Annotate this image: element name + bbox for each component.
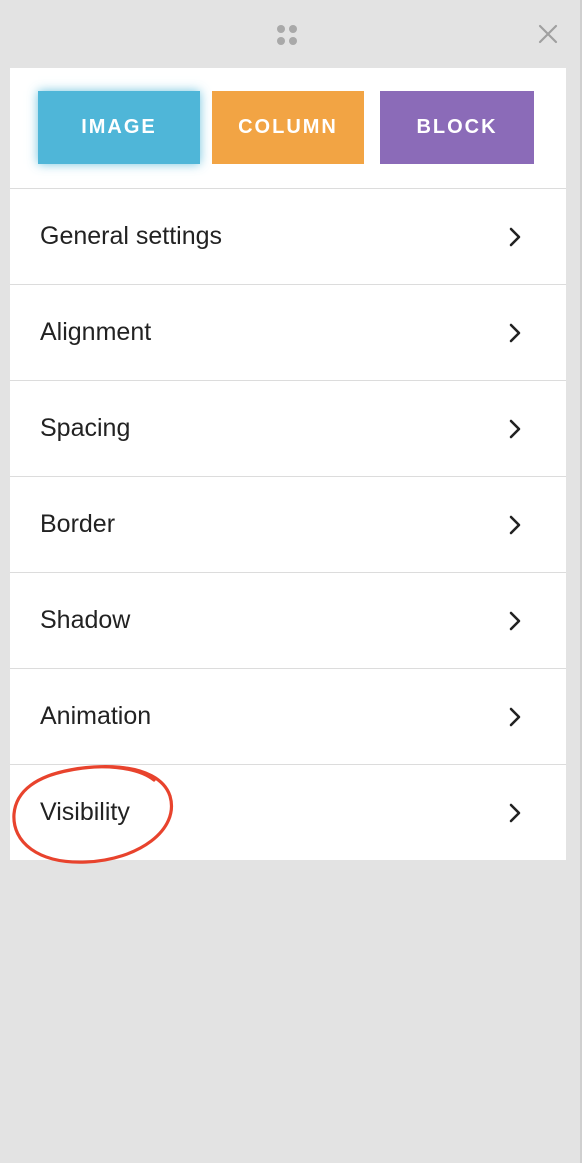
panel-header: [0, 0, 580, 68]
settings-menu: General settings Alignment Spacing Borde…: [10, 189, 566, 860]
panel-content: IMAGE COLUMN BLOCK General settings Alig…: [10, 68, 566, 860]
chevron-right-icon: [509, 707, 521, 726]
drag-handle-icon[interactable]: [277, 25, 299, 47]
menu-item-animation[interactable]: Animation: [10, 669, 566, 765]
menu-item-label: Animation: [40, 702, 152, 730]
menu-item-label: Alignment: [40, 318, 152, 346]
tab-column[interactable]: COLUMN: [212, 91, 364, 164]
chevron-right-icon: [509, 611, 521, 630]
menu-item-label: Shadow: [40, 606, 131, 634]
menu-item-label: Visibility: [40, 798, 130, 826]
chevron-right-icon: [509, 227, 521, 246]
settings-panel: IMAGE COLUMN BLOCK General settings Alig…: [0, 0, 582, 1163]
menu-item-label: Border: [40, 510, 116, 538]
menu-item-shadow[interactable]: Shadow: [10, 573, 566, 669]
chevron-right-icon: [509, 803, 521, 822]
menu-item-label: Spacing: [40, 414, 131, 442]
menu-item-visibility[interactable]: Visibility: [10, 765, 566, 860]
element-type-tabs: IMAGE COLUMN BLOCK: [10, 68, 566, 189]
menu-item-general-settings[interactable]: General settings: [10, 189, 566, 285]
menu-item-border[interactable]: Border: [10, 477, 566, 573]
tab-image[interactable]: IMAGE: [38, 91, 200, 164]
menu-item-label: General settings: [40, 222, 223, 250]
menu-item-spacing[interactable]: Spacing: [10, 381, 566, 477]
chevron-right-icon: [509, 323, 521, 342]
menu-item-alignment[interactable]: Alignment: [10, 285, 566, 381]
tab-block[interactable]: BLOCK: [380, 91, 534, 164]
close-icon[interactable]: [536, 22, 560, 46]
chevron-right-icon: [509, 419, 521, 438]
chevron-right-icon: [509, 515, 521, 534]
